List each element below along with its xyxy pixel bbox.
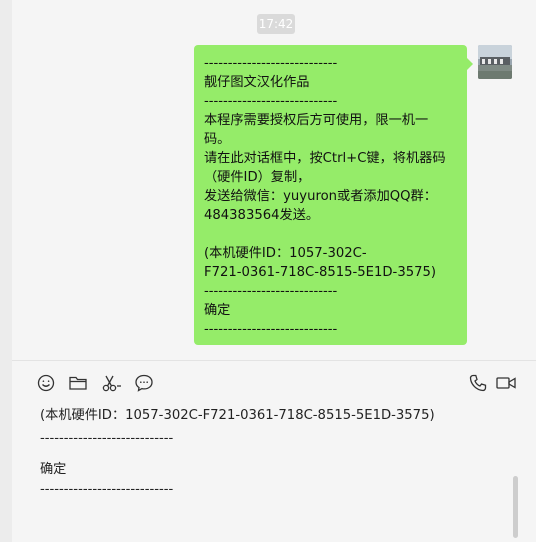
message-line: （硬件ID）复制， <box>204 170 311 185</box>
message-line: 发送给微信：yuyuron或者添加QQ群： <box>204 189 437 204</box>
message-line: 靓仔图文汉化作品 <box>204 75 310 90</box>
message-line: (本机硬件ID：1057-302C- <box>204 246 367 261</box>
emoji-icon[interactable] <box>36 373 56 393</box>
message-line: 本程序需要授权后方可使用，限一机一 <box>204 113 429 128</box>
input-text-line: 确定 <box>40 462 67 477</box>
message-line: ---------------------------- <box>204 322 338 337</box>
message-line: F721-0361-718C-8515-5E1D-3575) <box>204 265 437 280</box>
folder-icon[interactable] <box>68 373 88 393</box>
message-bubble[interactable]: ---------------------------- 靓仔图文汉化作品 --… <box>194 45 473 345</box>
user-avatar[interactable] <box>478 45 512 79</box>
timestamp-label: 17:42 <box>257 14 295 34</box>
video-call-icon[interactable] <box>495 373 516 393</box>
message-line: 请在此对话框中，按Ctrl+C键，将机器码 <box>204 151 446 166</box>
message-line: ---------------------------- <box>204 284 338 299</box>
input-text-line: (本机硬件ID：1057-302C-F721-0361-718C-8515-5E… <box>40 408 435 423</box>
message-line: ---------------------------- <box>204 94 338 109</box>
message-line: 484383564发送。 <box>204 208 320 223</box>
scissors-icon[interactable] <box>101 373 121 393</box>
input-text-line: ---------------------------- <box>40 482 174 497</box>
input-scrollbar-thumb[interactable] <box>513 476 518 538</box>
chat-history-icon[interactable] <box>134 373 154 393</box>
message-line: ---------------------------- <box>204 56 338 71</box>
phone-icon[interactable] <box>468 373 488 393</box>
message-input-area[interactable] <box>12 361 536 542</box>
message-line: 确定 <box>204 303 231 318</box>
input-text-line: ---------------------------- <box>40 431 174 446</box>
message-line: 码。 <box>204 132 231 147</box>
